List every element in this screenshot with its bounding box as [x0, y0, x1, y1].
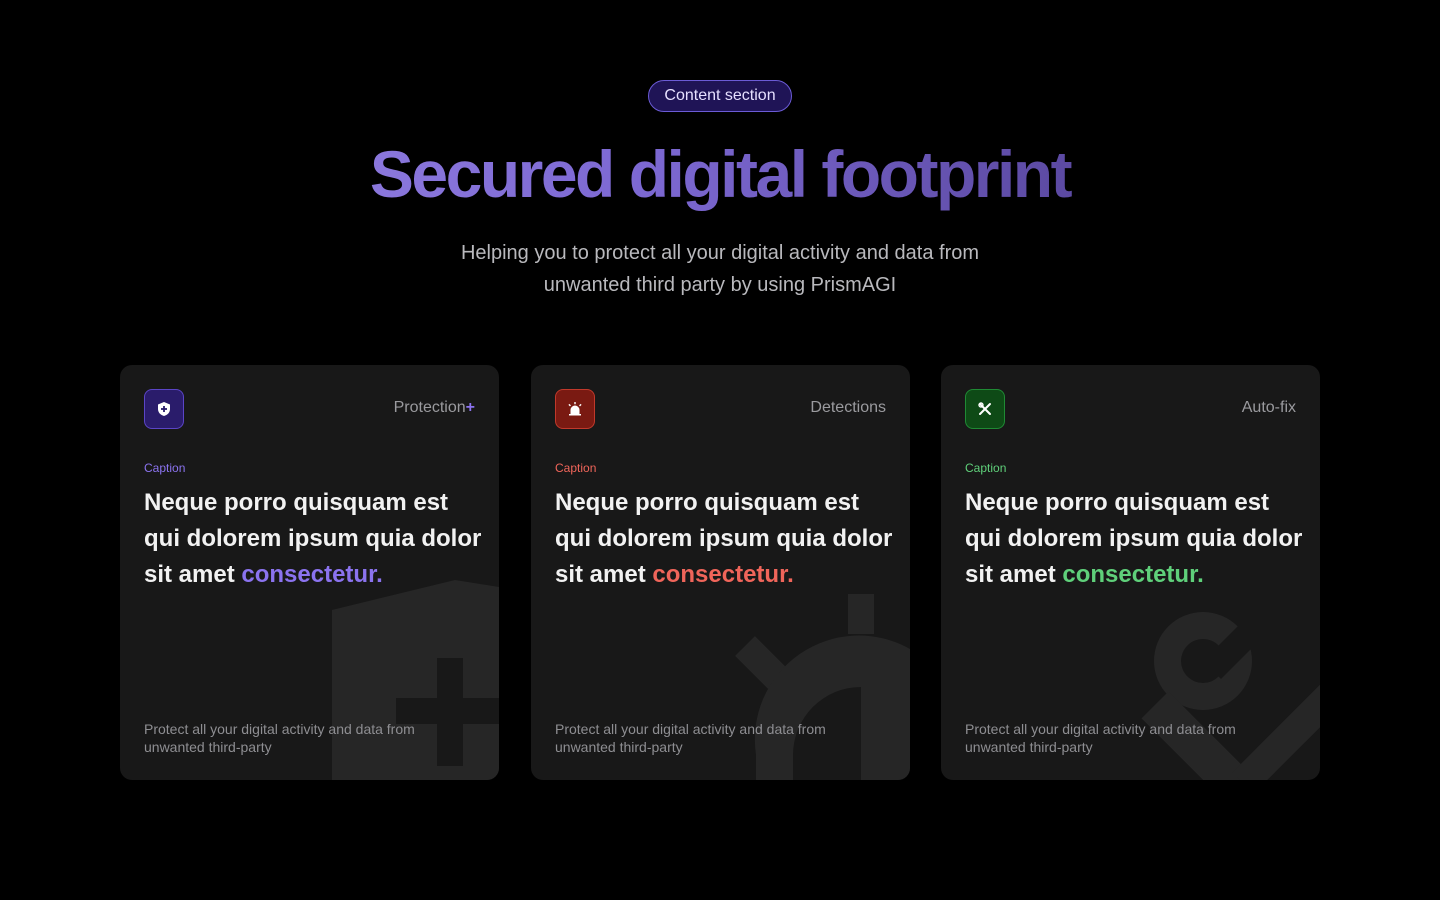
card-headline-highlight: consectetur. — [241, 561, 383, 588]
shield-plus-icon — [144, 389, 184, 429]
feature-card-protection[interactable]: Protection+ Caption Neque porro quisquam… — [120, 365, 499, 780]
feature-card-detections[interactable]: Detections Caption Neque porro quisquam … — [531, 365, 910, 780]
card-headline-highlight: consectetur. — [652, 561, 794, 588]
card-headline-highlight: consectetur. — [1062, 561, 1204, 588]
card-description: Protect all your digital activity and da… — [965, 721, 1236, 755]
card-caption: Caption — [555, 461, 597, 475]
card-headline: Neque porro quisquam est qui dolorem ips… — [555, 489, 893, 588]
card-description: Protect all your digital activity and da… — [555, 721, 826, 755]
card-headline: Neque porro quisquam est qui dolorem ips… — [144, 489, 482, 588]
card-caption: Caption — [144, 461, 186, 475]
page-subtitle: Helping you to protect all your digital … — [460, 242, 980, 296]
card-tag: Detections — [810, 399, 886, 416]
card-description: Protect all your digital activity and da… — [144, 721, 415, 755]
card-headline: Neque porro quisquam est qui dolorem ips… — [965, 489, 1303, 588]
card-tag: Protection+ — [393, 399, 475, 416]
section-badge: Content section — [648, 80, 792, 112]
page-title: Secured digital footprint — [0, 134, 1440, 214]
tools-icon — [965, 389, 1005, 429]
card-caption: Caption — [965, 461, 1007, 475]
card-tag: Auto-fix — [1241, 399, 1296, 416]
siren-icon — [555, 389, 595, 429]
feature-card-autofix[interactable]: Auto-fix Caption Neque porro quisquam es… — [941, 365, 1320, 780]
